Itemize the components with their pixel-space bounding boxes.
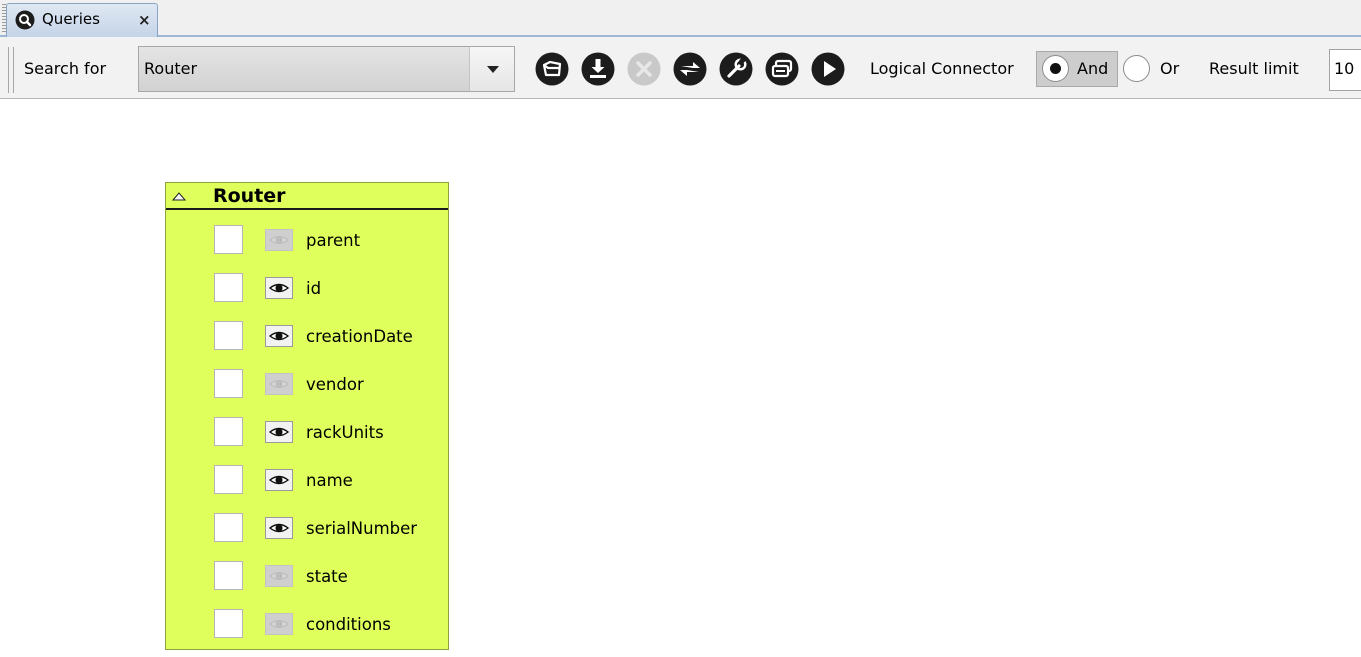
eye-icon[interactable] — [265, 517, 293, 539]
combo-dropdown-button[interactable] — [469, 47, 514, 91]
attribute-row: serialNumber — [166, 513, 448, 558]
tab-label: Queries — [42, 10, 100, 28]
chevron-down-icon — [487, 66, 499, 73]
attribute-row: rackUnits — [166, 417, 448, 462]
eye-icon[interactable] — [265, 469, 293, 491]
eye-disabled-icon[interactable] — [265, 565, 293, 587]
attribute-row: state — [166, 561, 448, 606]
result-limit-input[interactable]: 10 — [1329, 49, 1361, 91]
attribute-row: creationDate — [166, 321, 448, 366]
eye-icon[interactable] — [265, 421, 293, 443]
attribute-row: parent — [166, 225, 448, 270]
wrench-icon — [719, 52, 753, 86]
execute-query-button[interactable] — [811, 52, 845, 86]
and-option[interactable]: And — [1036, 51, 1118, 87]
and-label: And — [1077, 59, 1109, 78]
close-circle-icon — [627, 52, 661, 86]
attribute-label: state — [306, 567, 348, 586]
attribute-label: creationDate — [306, 327, 413, 346]
result-limit-value: 10 — [1334, 59, 1355, 78]
class-combo-box[interactable]: Router — [138, 46, 515, 92]
eye-disabled-icon[interactable] — [265, 613, 293, 635]
tab-queries[interactable]: Queries × — [6, 3, 158, 37]
logical-connector-label: Logical Connector — [870, 59, 1014, 78]
attribute-checkbox[interactable] — [214, 417, 243, 446]
collapse-icon[interactable] — [171, 189, 187, 203]
eye-disabled-icon[interactable] — [265, 229, 293, 251]
play-icon — [811, 52, 845, 86]
node-title: Router — [213, 185, 286, 207]
attribute-label: serialNumber — [306, 519, 418, 538]
eye-icon[interactable] — [265, 325, 293, 347]
attribute-checkbox[interactable] — [214, 273, 243, 302]
switch-view-button[interactable] — [673, 52, 707, 86]
open-query-button[interactable] — [535, 52, 569, 86]
configure-button[interactable] — [719, 52, 753, 86]
open-folder-icon — [535, 52, 569, 86]
node-header[interactable]: Router — [166, 183, 448, 210]
attribute-checkbox[interactable] — [214, 465, 243, 494]
attribute-checkbox[interactable] — [214, 369, 243, 398]
and-radio[interactable] — [1042, 55, 1069, 82]
or-radio[interactable] — [1123, 55, 1150, 82]
swap-icon — [673, 52, 707, 86]
attribute-checkbox[interactable] — [214, 513, 243, 542]
tab-strip: Queries × — [0, 0, 1361, 37]
eye-disabled-icon[interactable] — [265, 373, 293, 395]
save-query-button[interactable] — [581, 52, 615, 86]
attribute-label: id — [306, 279, 322, 298]
attribute-row: name — [166, 465, 448, 510]
eye-icon[interactable] — [265, 277, 293, 299]
attribute-row: conditions — [166, 609, 448, 654]
radio-selected-dot — [1050, 63, 1061, 74]
search-icon — [15, 10, 35, 30]
combo-value: Router — [144, 59, 198, 78]
attribute-row: id — [166, 273, 448, 318]
attribute-checkbox[interactable] — [214, 321, 243, 350]
download-icon — [581, 52, 615, 86]
or-label: Or — [1160, 59, 1180, 78]
attribute-label: name — [306, 471, 353, 490]
search-for-label: Search for — [24, 59, 107, 78]
toolbar-grip[interactable] — [8, 47, 14, 93]
layers-icon — [765, 52, 799, 86]
attribute-checkbox[interactable] — [214, 561, 243, 590]
organize-button[interactable] — [765, 52, 799, 86]
attribute-label: vendor — [306, 375, 364, 394]
query-toolbar: Search for Router Logical Connector And … — [0, 37, 1361, 99]
attribute-label: parent — [306, 231, 361, 250]
result-limit-label: Result limit — [1209, 59, 1299, 78]
class-node-router[interactable]: Router parent id creationDate vendor rackUni… — [165, 182, 449, 650]
attribute-label: conditions — [306, 615, 391, 634]
close-icon[interactable]: × — [138, 11, 151, 29]
delete-query-button[interactable] — [627, 52, 661, 86]
attribute-label: rackUnits — [306, 423, 384, 442]
attribute-row: vendor — [166, 369, 448, 414]
attribute-checkbox[interactable] — [214, 609, 243, 638]
attribute-checkbox[interactable] — [214, 225, 243, 254]
